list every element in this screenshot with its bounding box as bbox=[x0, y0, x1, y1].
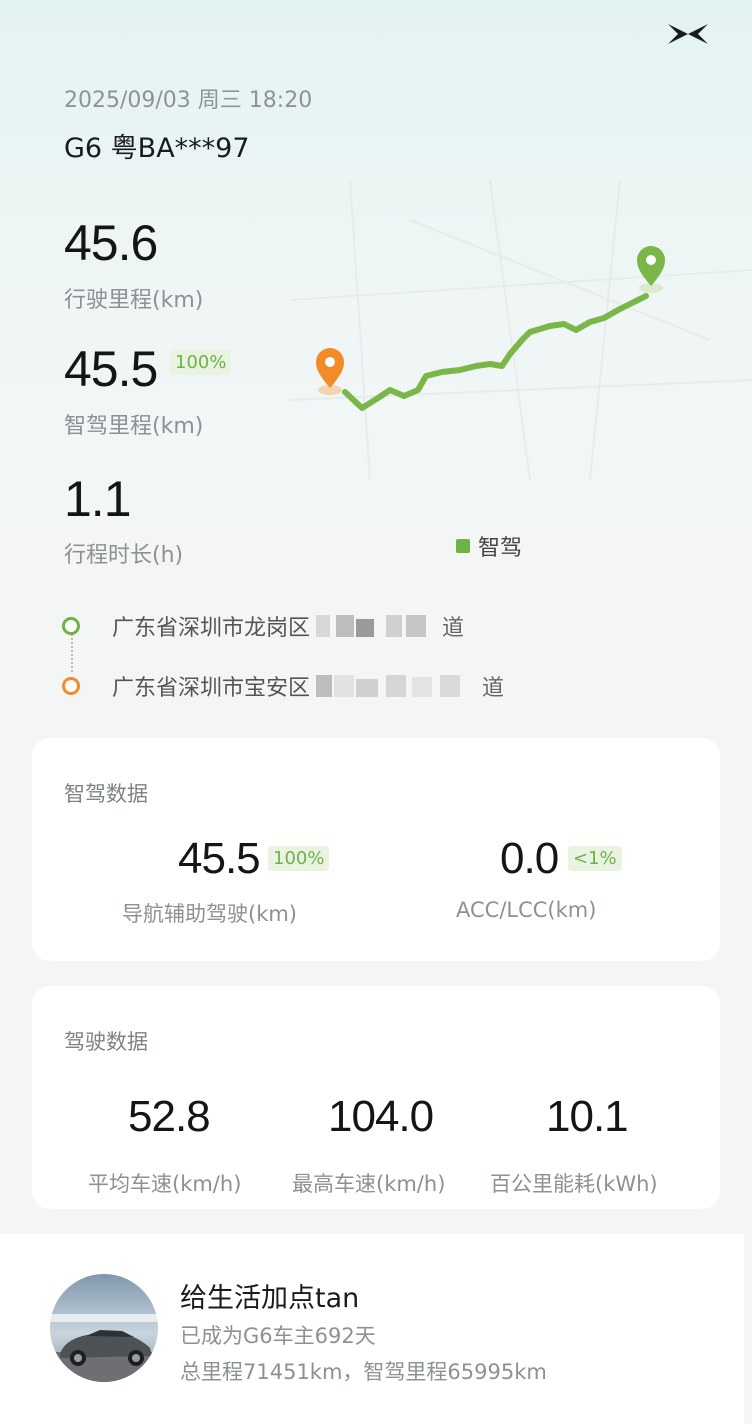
driving-data-card: 驾驶数据 52.8 平均车速(km/h) 104.0 最高车速(km/h) 10… bbox=[32, 986, 720, 1209]
nav-assist-percent: 100% bbox=[268, 846, 330, 871]
redacted-mosaic bbox=[316, 615, 427, 637]
distance-label: 行驶里程(km) bbox=[64, 288, 204, 313]
legend-swatch bbox=[456, 539, 470, 553]
brand-logo-icon bbox=[668, 24, 708, 44]
distance-value: 45.6 bbox=[64, 215, 158, 271]
trip-datetime: 2025/09/03 周三 18:20 bbox=[64, 88, 313, 113]
nav-assist-value: 45.5 bbox=[178, 834, 261, 883]
max-speed-value: 104.0 bbox=[328, 1092, 434, 1141]
legend-label: 智驾 bbox=[478, 536, 523, 561]
avg-speed-label: 平均车速(km/h) bbox=[88, 1172, 242, 1196]
owner-avatar[interactable] bbox=[50, 1274, 158, 1382]
avg-speed-value: 52.8 bbox=[128, 1092, 211, 1141]
end-address-tail: 道 bbox=[482, 676, 505, 701]
assisted-data-card: 智驾数据 45.5 100% 导航辅助驾驶(km) 0.0 <1% ACC/LC… bbox=[32, 738, 720, 961]
vehicle-plate: G6 粤BA***97 bbox=[64, 133, 250, 164]
owner-totals: 总里程71451km，智驾里程65995km bbox=[180, 1360, 547, 1384]
driving-data-title: 驾驶数据 bbox=[64, 1030, 148, 1054]
acc-lcc-value: 0.0 bbox=[500, 834, 559, 883]
redacted-mosaic bbox=[316, 675, 461, 697]
max-speed-label: 最高车速(km/h) bbox=[292, 1172, 446, 1196]
end-marker-icon bbox=[637, 246, 665, 286]
nav-assist-label: 导航辅助驾驶(km) bbox=[122, 902, 298, 926]
acc-lcc-label: ACC/LCC(km) bbox=[456, 898, 597, 922]
start-address: 广东省深圳市龙岗区 bbox=[112, 616, 311, 641]
consumption-value: 10.1 bbox=[546, 1092, 629, 1141]
end-address-row: 广东省深圳市宝安区 道 bbox=[62, 670, 504, 702]
owner-section: 给生活加点tan 已成为G6车主692天 总里程71451km，智驾里程6599… bbox=[0, 1234, 744, 1424]
assisted-data-title: 智驾数据 bbox=[64, 782, 148, 806]
assisted-distance-label: 智驾里程(km) bbox=[64, 414, 204, 439]
owner-motto: 给生活加点tan bbox=[180, 1283, 360, 1314]
map-legend: 智驾 bbox=[456, 530, 522, 562]
acc-lcc-percent: <1% bbox=[568, 846, 622, 871]
assisted-percent-badge: 100% bbox=[170, 350, 232, 375]
assisted-distance-value: 45.5 bbox=[64, 341, 158, 397]
duration-value: 1.1 bbox=[64, 471, 132, 527]
car-photo-icon bbox=[50, 1274, 158, 1382]
start-address-row: 广东省深圳市龙岗区 道 bbox=[62, 610, 464, 642]
owner-days: 已成为G6车主692天 bbox=[180, 1324, 376, 1348]
route-path bbox=[342, 293, 649, 411]
end-address: 广东省深圳市宝安区 bbox=[112, 676, 311, 701]
duration-label: 行程时长(h) bbox=[64, 543, 184, 568]
consumption-label: 百公里能耗(kWh) bbox=[490, 1172, 658, 1196]
end-point-icon bbox=[62, 677, 80, 695]
start-marker-icon bbox=[316, 348, 344, 388]
route-map[interactable] bbox=[300, 240, 720, 440]
start-address-tail: 道 bbox=[442, 616, 465, 641]
start-point-icon bbox=[62, 617, 80, 635]
